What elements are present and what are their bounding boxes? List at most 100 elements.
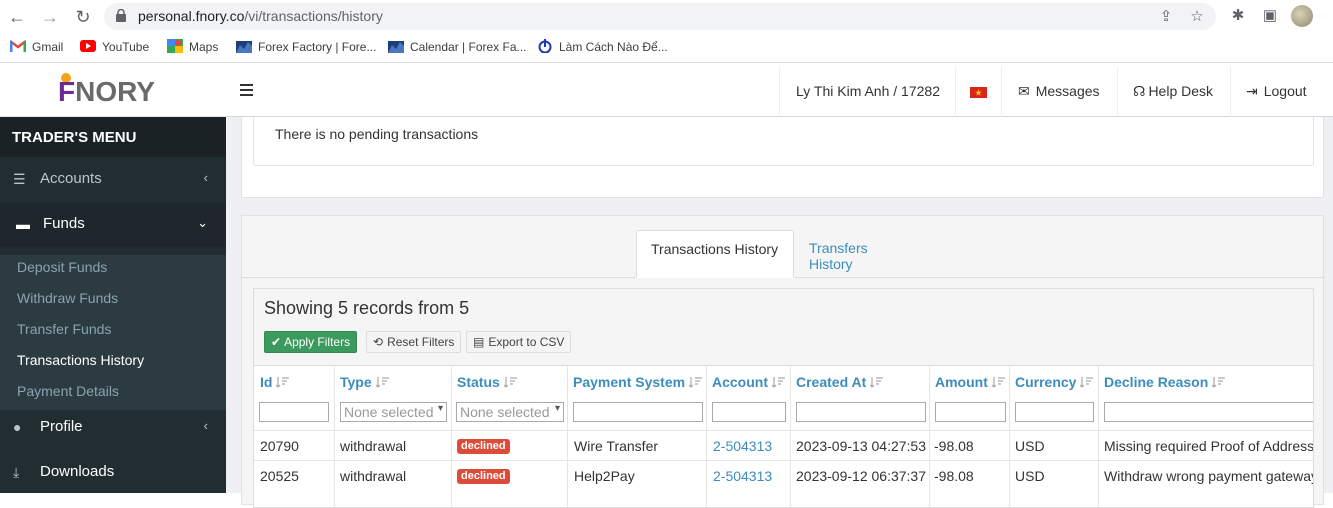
- filter-payment-input[interactable]: [573, 402, 703, 422]
- chevron-left-icon: ‹: [203, 170, 208, 185]
- undo-icon: ⟲: [373, 335, 384, 349]
- sidepanel-icon[interactable]: ▣: [1260, 6, 1280, 26]
- sidebar-item-profile[interactable]: ● Profile ‹: [0, 405, 226, 450]
- caret-down-icon: ▾: [437, 403, 443, 414]
- submenu-transfer-funds[interactable]: Transfer Funds: [17, 321, 111, 337]
- caret-down-icon: ▾: [554, 403, 560, 414]
- submenu-withdraw-funds[interactable]: Withdraw Funds: [17, 290, 118, 306]
- column-header-account[interactable]: Account: [712, 374, 786, 390]
- address-bar[interactable]: personal.fnory.co/vi/transactions/histor…: [104, 3, 1216, 30]
- star-icon[interactable]: ☆: [1187, 7, 1207, 27]
- sort-icon: [503, 377, 517, 388]
- table-row[interactable]: 20525 withdrawal declined Help2Pay 2-504…: [254, 460, 1314, 490]
- sort-icon: [689, 377, 703, 388]
- cell-payment-system: Wire Transfer: [574, 438, 659, 454]
- sidebar-item-funds[interactable]: ▬ Funds ⌄: [0, 202, 226, 247]
- export-csv-button[interactable]: ▤ Export to CSV: [466, 331, 572, 353]
- bookmarks-bar: Gmail YouTube Maps Forex Factory | Fore.…: [0, 33, 1333, 63]
- bookmark-lam-cach[interactable]: Làm Cách Nào Để...: [537, 39, 668, 57]
- messages-button[interactable]: ✉ Messages: [1001, 67, 1117, 117]
- filter-account-input[interactable]: [712, 402, 786, 422]
- sort-icon: [1080, 377, 1094, 388]
- column-header-amount[interactable]: Amount: [935, 374, 1006, 390]
- tab-transactions-history[interactable]: Transactions History: [636, 230, 794, 278]
- column-header-decline-reason[interactable]: Decline Reason: [1104, 374, 1226, 390]
- user-icon: ●: [13, 419, 22, 435]
- url-text: personal.fnory.co/vi/transactions/histor…: [138, 8, 383, 24]
- cell-payment-system: Help2Pay: [574, 468, 635, 484]
- submenu-deposit-funds[interactable]: Deposit Funds: [17, 259, 107, 275]
- filter-amount-input[interactable]: [935, 402, 1006, 422]
- funds-submenu: Deposit Funds Withdraw Funds Transfer Fu…: [0, 255, 226, 410]
- submenu-transactions-history[interactable]: Transactions History: [17, 352, 144, 368]
- sidebar-item-accounts[interactable]: ☰ Accounts ‹: [0, 157, 226, 202]
- top-navbar: Ly Thi Kim Anh / 17282 ✉ Messages ☊ Help D…: [226, 67, 1333, 117]
- forward-arrow-icon[interactable]: →: [37, 4, 63, 30]
- logout-button[interactable]: ⇥ Logout: [1230, 67, 1333, 117]
- forexfactory-icon: [388, 41, 404, 53]
- cell-currency: USD: [1015, 438, 1045, 454]
- hamburger-icon[interactable]: [240, 83, 254, 97]
- language-selector[interactable]: [955, 67, 1001, 117]
- column-header-created-at[interactable]: Created At: [796, 374, 884, 390]
- records-title: Showing 5 records from 5: [264, 298, 470, 318]
- profile-avatar[interactable]: [1291, 5, 1313, 27]
- app-root: FNORY TRADER'S MENU ☰ Accounts ‹ ▬ Funds…: [0, 67, 1333, 508]
- sort-icon: [276, 377, 290, 388]
- sort-icon: [991, 377, 1005, 388]
- table-row[interactable]: 20790 withdrawal declined Wire Transfer …: [254, 430, 1314, 460]
- sort-icon: [375, 377, 389, 388]
- bookmark-calendar[interactable]: Calendar | Forex Fa...: [388, 39, 527, 57]
- column-header-status[interactable]: Status: [457, 374, 518, 390]
- cell-currency: USD: [1015, 468, 1045, 484]
- cell-id: 20790: [260, 438, 299, 454]
- bookmark-maps[interactable]: Maps: [167, 39, 218, 57]
- reset-filters-button[interactable]: ⟲ Reset Filters: [366, 331, 462, 353]
- vn-flag-icon: [970, 87, 987, 98]
- cell-decline-reason: Withdraw wrong payment gateway: [1104, 468, 1314, 484]
- column-header-payment-system[interactable]: Payment System: [573, 374, 703, 390]
- sort-icon: [870, 377, 884, 388]
- list-icon: ☰: [13, 171, 26, 187]
- user-account-label[interactable]: Ly Thi Kim Anh / 17282: [779, 67, 955, 117]
- sidebar-header: TRADER'S MENU: [0, 117, 226, 157]
- bookmark-forexfactory[interactable]: Forex Factory | Fore...: [236, 39, 376, 57]
- filter-created-input[interactable]: [796, 402, 926, 422]
- pending-panel: There is no pending transactions: [241, 117, 1324, 198]
- bookmark-gmail[interactable]: Gmail: [10, 39, 63, 57]
- filter-id-input[interactable]: [259, 402, 329, 422]
- filter-status-select[interactable]: None selected ▾: [456, 402, 564, 422]
- maps-icon: [167, 39, 183, 53]
- bookmark-youtube[interactable]: YouTube: [80, 39, 149, 57]
- youtube-icon: [80, 40, 96, 52]
- column-header-type[interactable]: Type: [340, 374, 390, 390]
- check-icon: ✔: [271, 335, 282, 349]
- cell-created-at: 2023-09-13 04:27:53: [796, 438, 926, 454]
- account-link[interactable]: 2-504313: [713, 468, 772, 484]
- account-link[interactable]: 2-504313: [713, 438, 772, 454]
- cell-type: withdrawal: [340, 468, 407, 484]
- file-export-icon: ▤: [473, 335, 485, 349]
- lock-icon: [116, 9, 126, 22]
- back-arrow-icon[interactable]: ←: [4, 4, 30, 30]
- cell-created-at: 2023-09-12 06:37:37: [796, 468, 926, 484]
- extensions-icon[interactable]: ✱: [1228, 6, 1248, 26]
- filter-type-select[interactable]: None selected ▾: [340, 402, 447, 422]
- cell-amount: -98.08: [934, 438, 974, 454]
- share-icon[interactable]: ⇪: [1156, 7, 1176, 27]
- reload-icon[interactable]: ↻: [70, 4, 96, 30]
- tab-transfers-history[interactable]: Transfers History: [795, 230, 929, 278]
- filter-reason-input[interactable]: [1104, 402, 1313, 422]
- browser-toolbar: ← → ↻ personal.fnory.co/vi/transactions/…: [0, 0, 1333, 33]
- filter-currency-input[interactable]: [1015, 402, 1094, 422]
- sign-out-icon: ⇥: [1246, 83, 1258, 99]
- column-header-currency[interactable]: Currency: [1015, 374, 1094, 390]
- helpdesk-button[interactable]: ☊ Help Desk: [1117, 67, 1230, 117]
- submenu-payment-details[interactable]: Payment Details: [17, 383, 119, 399]
- sidebar-item-downloads[interactable]: ⤓ Downloads: [0, 450, 226, 495]
- cell-decline-reason: Missing required Proof of Address: [1104, 438, 1314, 454]
- apply-filters-button[interactable]: ✔ Apply Filters: [264, 331, 358, 353]
- logo[interactable]: FNORY: [0, 67, 226, 117]
- column-header-id[interactable]: Id: [260, 374, 290, 390]
- wallet-icon: ▬: [16, 216, 30, 232]
